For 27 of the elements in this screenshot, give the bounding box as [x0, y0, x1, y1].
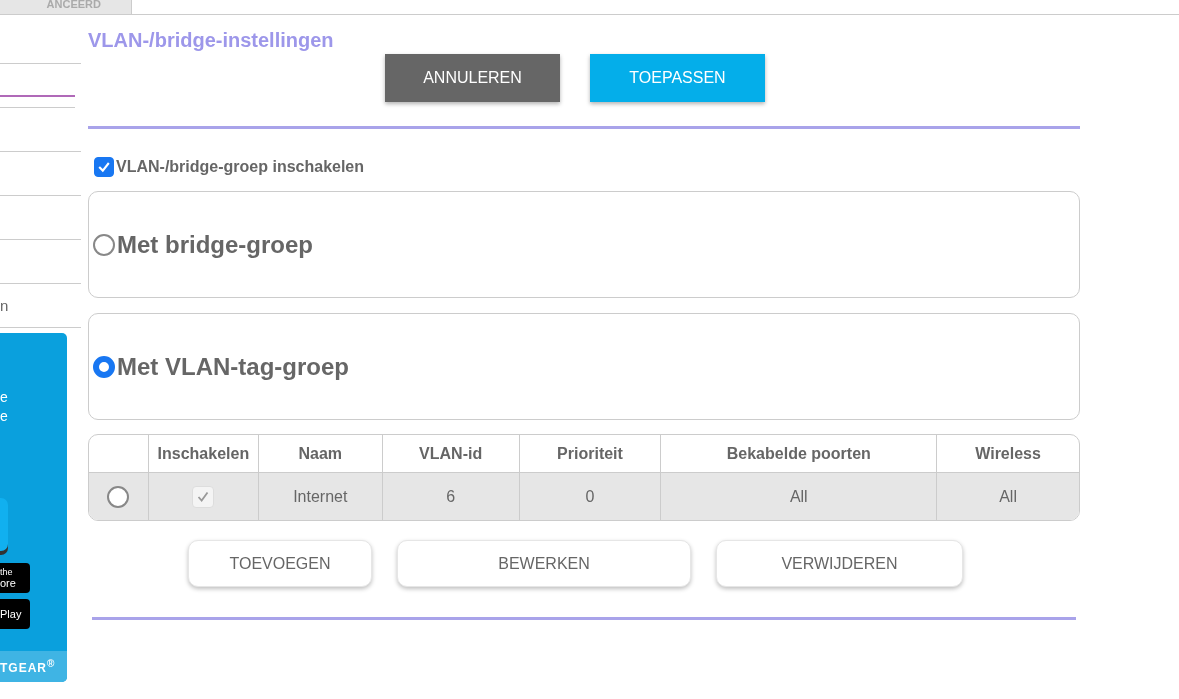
promo-text: e	[0, 407, 9, 426]
radio-label: Met VLAN-tag-groep	[117, 352, 349, 381]
radio-button[interactable]	[93, 233, 115, 256]
section-title: VLAN-/bridge-instellingen	[88, 29, 335, 52]
radio-label: Met bridge-groep	[117, 230, 313, 259]
badge-label: ore	[0, 576, 17, 589]
badge-caption: the	[0, 567, 14, 577]
action-button[interactable]: ANNULEREN	[385, 54, 560, 102]
badge-label: Play	[0, 608, 23, 620]
table-cell: All	[999, 487, 1017, 506]
brand-logo: TGEAR$^{®}$	[0, 658, 56, 675]
row-checkbox[interactable]	[192, 485, 215, 508]
table-action-button[interactable]: VERWIJDEREN	[716, 540, 963, 587]
table-cell: Internet	[293, 487, 348, 506]
promo-text: e	[0, 388, 9, 407]
row-radio[interactable]	[107, 485, 130, 508]
sidebar-item[interactable]: n	[0, 284, 81, 328]
table-cell: 6	[446, 487, 456, 506]
radio-button[interactable]	[93, 355, 115, 378]
store-badge[interactable]: Play	[0, 599, 30, 629]
table-action-button[interactable]: TOEVOEGEN	[188, 540, 372, 587]
checkbox-label: VLAN-/bridge-groep inschakelen	[116, 158, 365, 176]
checkbox[interactable]	[94, 157, 114, 177]
table-cell: All	[789, 487, 808, 506]
store-badge[interactable]: the ore	[0, 563, 30, 593]
table-cell: 0	[585, 487, 595, 506]
table-action-button[interactable]: BEWERKEN	[397, 540, 691, 587]
